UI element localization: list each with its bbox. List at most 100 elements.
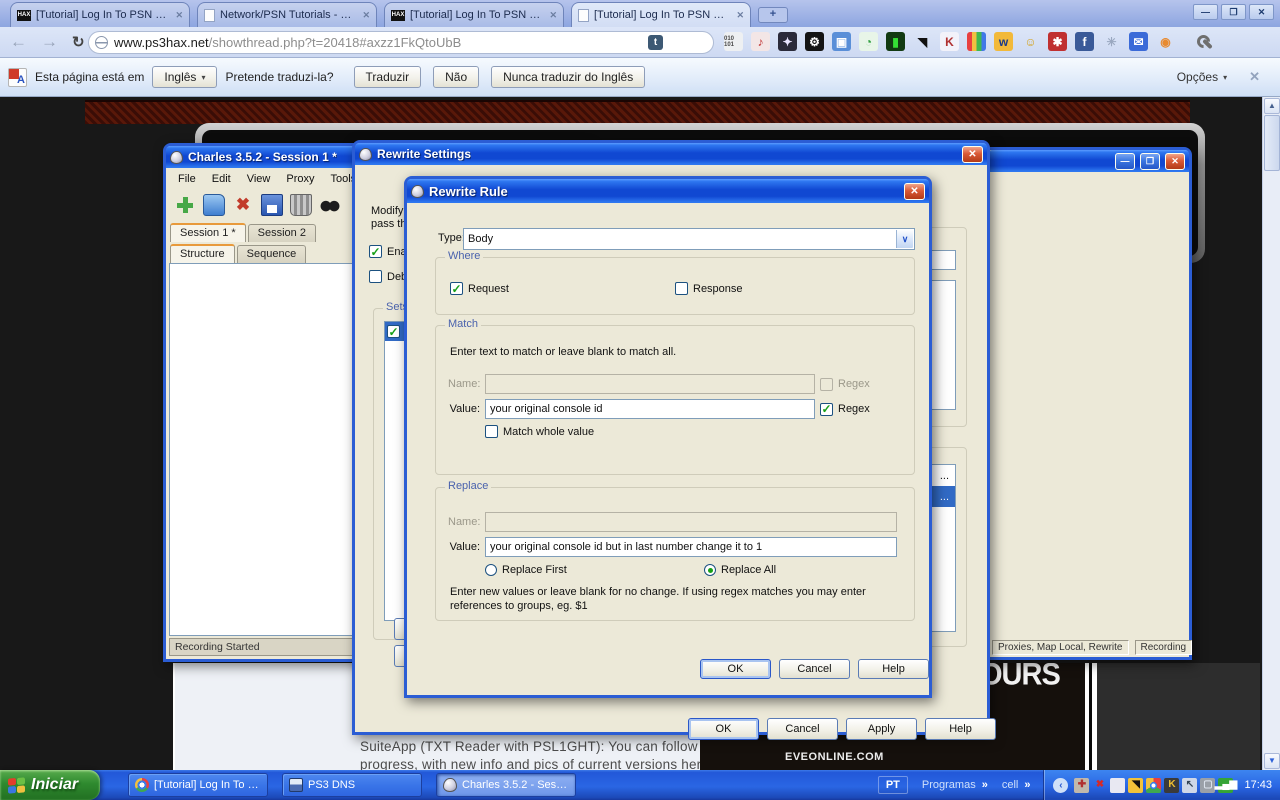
tumblr-icon[interactable]: t xyxy=(648,35,663,50)
programas-toolbar[interactable]: Programas xyxy=(922,779,976,791)
session-tab-1[interactable]: Session 1 * xyxy=(170,223,246,242)
close-session-icon[interactable] xyxy=(232,194,254,216)
debug-checkbox[interactable]: Deb xyxy=(369,270,407,283)
rewrite-rule-titlebar[interactable]: Rewrite Rule ✕ xyxy=(407,179,929,203)
never-translate-button[interactable]: Nunca traduzir do Inglês xyxy=(491,66,646,88)
tray-charles-icon[interactable] xyxy=(1110,777,1126,793)
page-scrollbar[interactable]: ▲ ▼ xyxy=(1262,97,1280,770)
replace-all-radio[interactable]: Replace All xyxy=(704,564,776,576)
tray-network-icon[interactable]: ▂▄▆ xyxy=(1215,777,1237,793)
response-checkbox[interactable]: Response xyxy=(675,282,743,295)
settings-cancel-button[interactable]: Cancel xyxy=(767,718,838,740)
scroll-down-icon[interactable]: ▼ xyxy=(1264,753,1280,769)
taskbar-button-charles[interactable]: Charles 3.5.2 - Sessi... xyxy=(436,773,576,797)
new-session-icon[interactable] xyxy=(174,194,196,216)
tray-bird-icon[interactable]: ◥ xyxy=(1128,777,1144,793)
forward-icon[interactable]: → xyxy=(41,32,58,52)
replace-value-field[interactable]: your original console id but in last num… xyxy=(485,537,897,557)
language-dropdown[interactable]: Inglês ▾ xyxy=(152,66,218,88)
tab-network-psn-tutorials[interactable]: Network/PSN Tutorials - PS... ✕ xyxy=(197,2,377,27)
red-asterisk-icon[interactable]: ✱ xyxy=(1048,32,1067,51)
tray-chrome-icon[interactable] xyxy=(1146,777,1162,793)
facebook-icon[interactable]: f xyxy=(1075,32,1094,51)
status-recording[interactable]: Recording xyxy=(1134,640,1193,655)
options-dropdown[interactable]: Opções ▾ xyxy=(1177,70,1227,84)
translate-button[interactable]: Traduzir xyxy=(353,66,422,88)
stopwatch-icon[interactable]: ◔ xyxy=(859,32,878,51)
wtv-globe-icon[interactable]: w xyxy=(994,32,1013,51)
session-tab-2[interactable]: Session 2 xyxy=(247,224,316,242)
close-button[interactable]: ✕ xyxy=(904,182,925,200)
charles-back-titlebar[interactable]: — ❐ ✕ xyxy=(988,150,1189,172)
ka-translator-icon[interactable]: K xyxy=(940,32,959,51)
signal-icon[interactable]: ◉ xyxy=(1156,32,1175,51)
tab-tutorial-psn-active[interactable]: [Tutorial] Log In To PSN Wi... ✕ xyxy=(571,2,751,27)
checkbox-checked-icon[interactable] xyxy=(450,282,463,295)
radio-selected-icon[interactable] xyxy=(704,564,716,576)
tray-display-icon[interactable]: ▢ xyxy=(1200,777,1216,793)
close-button[interactable]: ✕ xyxy=(1165,152,1185,170)
rule-help-button[interactable]: Help xyxy=(858,659,929,679)
radio-icon[interactable] xyxy=(485,564,497,576)
menu-item[interactable]: Edit xyxy=(204,171,239,187)
language-indicator[interactable]: PT xyxy=(877,776,908,794)
view-tab-structure[interactable]: Structure xyxy=(170,244,235,263)
maximize-button[interactable]: ❐ xyxy=(1140,152,1160,170)
sparkles-icon[interactable]: ✳ xyxy=(1102,32,1121,51)
address-bar[interactable]: www.ps3hax.net/showthread.php?t=20418#ax… xyxy=(88,31,714,54)
greenscreen-icon[interactable]: ▮ xyxy=(886,32,905,51)
photos-icon[interactable]: ▣ xyxy=(832,32,851,51)
checkbox-checked-icon[interactable] xyxy=(387,325,400,338)
tab-close-icon[interactable]: ✕ xyxy=(362,10,370,21)
taskbar-button-browser[interactable]: [Tutorial] Log In To P... xyxy=(128,773,268,797)
tray-disconnect-icon[interactable]: ✖ xyxy=(1092,778,1107,793)
menu-item[interactable]: File xyxy=(170,171,204,187)
start-button[interactable]: Iniciar xyxy=(0,770,100,800)
request-checkbox[interactable]: Request xyxy=(450,282,509,295)
cell-toolbar[interactable]: cell xyxy=(1002,779,1019,791)
match-whole-checkbox[interactable]: Match whole value xyxy=(485,425,594,438)
blackbird-icon[interactable]: ◥ xyxy=(913,32,932,51)
tray-collapse-icon[interactable]: ‹ xyxy=(1053,777,1069,793)
magic-wand-icon[interactable]: ✦ xyxy=(778,32,797,51)
rewrite-settings-titlebar[interactable]: Rewrite Settings ✕ xyxy=(355,143,987,165)
rss-icon[interactable] xyxy=(626,35,641,50)
wrench-menu-icon[interactable] xyxy=(1196,34,1214,52)
music-notes-icon[interactable]: ♪ xyxy=(751,32,770,51)
replace-first-radio[interactable]: Replace First xyxy=(485,564,567,576)
tab-close-icon[interactable]: ✕ xyxy=(175,10,183,21)
binary-converter-icon[interactable]: 010 101 xyxy=(724,32,743,51)
reload-icon[interactable]: ↻ xyxy=(72,33,85,51)
settings-ok-button[interactable]: OK xyxy=(688,718,759,740)
clear-session-icon[interactable] xyxy=(290,194,312,216)
enable-rewrite-checkbox[interactable]: Ena xyxy=(369,245,407,258)
chevron-expand-icon[interactable]: » xyxy=(982,779,988,791)
taskbar-button-ps3dns[interactable]: PS3 DNS xyxy=(282,773,422,797)
settings-apply-button[interactable]: Apply xyxy=(846,718,917,740)
bulb-icon[interactable] xyxy=(670,35,685,50)
rule-ok-button[interactable]: OK xyxy=(700,659,771,679)
restore-button[interactable]: ❐ xyxy=(1221,4,1246,20)
minimize-button[interactable]: — xyxy=(1193,4,1218,20)
save-session-icon[interactable] xyxy=(261,194,283,216)
tray-k-warning-icon[interactable]: K xyxy=(1164,777,1180,793)
status-toggles[interactable]: Proxies, Map Local, Rewrite xyxy=(992,640,1129,655)
new-tab-button[interactable]: + xyxy=(758,7,788,23)
checkbox-icon[interactable] xyxy=(675,282,688,295)
scrollbar-thumb[interactable] xyxy=(1264,115,1280,171)
chevron-expand-icon[interactable]: » xyxy=(1024,779,1030,791)
checkbox-icon[interactable] xyxy=(485,425,498,438)
tray-joystick-icon[interactable]: ✚ xyxy=(1074,777,1090,793)
regex-checkbox-checked[interactable] xyxy=(820,402,833,416)
close-button[interactable]: ✕ xyxy=(1249,4,1274,20)
menu-item[interactable]: Proxy xyxy=(278,171,322,187)
find-icon[interactable] xyxy=(319,194,341,216)
tab-tutorial-psn-1[interactable]: HAX [Tutorial] Log In To PSN Wi... ✕ xyxy=(10,2,190,27)
smiley-icon[interactable]: ☺ xyxy=(1021,32,1040,51)
checkbox-icon[interactable] xyxy=(369,270,382,283)
close-button[interactable]: ✕ xyxy=(962,145,983,163)
mail-icon[interactable]: ✉ xyxy=(1129,32,1148,51)
open-session-icon[interactable] xyxy=(203,194,225,216)
rule-cancel-button[interactable]: Cancel xyxy=(779,659,850,679)
back-icon[interactable]: ← xyxy=(10,32,27,52)
